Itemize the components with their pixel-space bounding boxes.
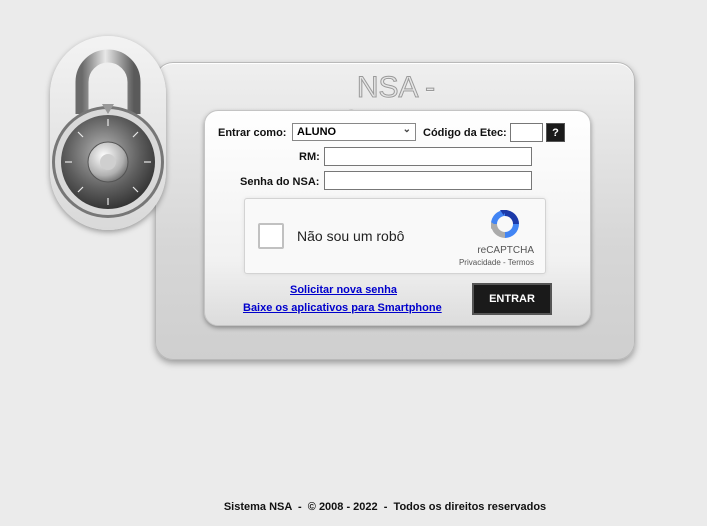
padlock-icon [52,49,164,218]
role-select[interactable]: ALUNO ⌄ [292,123,416,141]
captcha-checkbox[interactable] [258,223,284,249]
password-field[interactable] [324,171,532,190]
recaptcha-logo-icon [491,210,519,238]
download-apps-link[interactable]: Baixe os aplicativos para Smartphone [243,302,442,314]
etec-code-label: Código da Etec: [423,127,507,139]
captcha-links-separator: - [503,258,506,267]
help-button[interactable]: ? [546,123,565,142]
captcha-terms-link[interactable]: Termos [508,258,534,267]
rm-field[interactable] [324,147,532,166]
etec-code-field[interactable] [510,123,543,142]
captcha-label: Não sou um robô [297,228,405,244]
password-label: Senha do NSA: [240,176,320,188]
enter-button[interactable]: ENTRAR [472,283,552,315]
rm-label: RM: [299,151,320,163]
chevron-down-icon: ⌄ [402,124,411,135]
captcha-brand: reCAPTCHA [477,245,534,256]
captcha-privacy-link[interactable]: Privacidade [459,258,501,267]
recaptcha-widget: Não sou um robô reCAPTCHA Privacidade - … [244,198,546,274]
role-label: Entrar como: [218,127,287,139]
role-select-value: ALUNO [297,126,337,138]
captcha-links: Privacidade - Termos [459,258,534,267]
request-new-password-link[interactable]: Solicitar nova senha [290,284,397,296]
footer-copyright: Sistema NSA - © 2008 - 2022 - Todos os d… [223,501,547,513]
